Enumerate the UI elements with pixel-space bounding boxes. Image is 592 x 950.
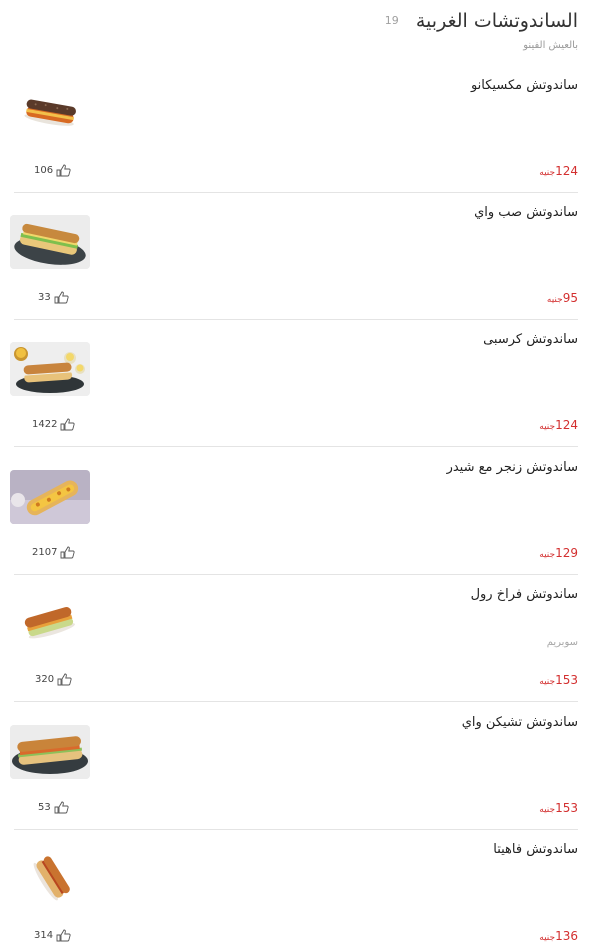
thumbs-up-icon[interactable] [56,929,71,942]
item-likes[interactable]: 1422 [32,418,76,431]
category-subtitle: بالعيش الفينو [523,40,578,51]
item-likes[interactable]: 53 [38,801,69,814]
sub-way-sandwich-image[interactable] [10,215,90,269]
like-count: 1422 [32,419,58,430]
like-count: 106 [34,165,54,176]
like-count: 53 [38,802,51,813]
zinger-cheddar-sandwich-image[interactable] [10,470,90,524]
chicken-roll-sandwich-image[interactable] [10,597,90,651]
fajita-sandwich-image[interactable] [10,852,90,906]
item-likes[interactable]: 314 [34,929,71,942]
thumbs-up-icon[interactable] [60,546,76,559]
item-likes[interactable]: 33 [38,291,69,304]
item-likes[interactable]: 320 [35,673,72,686]
item-price: 153جنيه [539,673,578,687]
menu-item[interactable]: ساندوتش تشيكن واي 153جنيه 53 [10,703,578,830]
menu-item[interactable]: ساندوتش مكسيكانو 124جنيه 106 [10,66,578,193]
item-name[interactable]: ساندوتش تشيكن واي [462,715,578,730]
category-item-count: 19 [384,14,399,27]
item-name[interactable]: ساندوتش صب واي [474,205,578,220]
item-price: 124جنيه [539,164,578,178]
category-title: الساندوتشات الغربية [415,10,578,32]
category-header: الساندوتشات الغربية 19 بالعيش الفينو [14,10,578,66]
item-name[interactable]: ساندوتش زنجر مع شيدر [447,460,578,475]
like-count: 33 [38,292,51,303]
like-count: 320 [35,674,55,685]
item-name[interactable]: ساندوتش فراخ رول [471,587,578,602]
thumbs-up-icon[interactable] [57,673,72,686]
item-divider [14,701,578,702]
item-likes[interactable]: 2107 [32,546,76,559]
item-likes[interactable]: 106 [34,164,71,177]
item-price: 124جنيه [539,418,578,432]
item-name[interactable]: ساندوتش مكسيكانو [471,78,578,93]
thumbs-up-icon[interactable] [54,291,69,304]
crispy-sandwich-image[interactable] [10,342,90,396]
item-divider [14,446,578,447]
menu-item[interactable]: ساندوتش صب واي 95جنيه 33 [10,193,578,320]
item-price: 136جنيه [539,929,578,943]
menu-item[interactable]: ساندوتش فاهيتا 136جنيه 314 [10,830,578,950]
item-price: 129جنيه [539,546,578,560]
item-price: 95جنيه [546,291,578,305]
mexicano-sandwich-image[interactable] [10,88,90,142]
chicken-way-sandwich-image[interactable] [10,725,90,779]
thumbs-up-icon[interactable] [54,801,69,814]
menu-item[interactable]: ساندوتش فراخ رول سوبريم 153جنيه 320 [10,575,578,702]
item-name[interactable]: ساندوتش كرسبى [483,332,578,347]
menu-item[interactable]: ساندوتش زنجر مع شيدر 129جنيه 2107 [10,448,578,575]
menu-item[interactable]: ساندوتش كرسبى 124جنيه 1422 [10,320,578,447]
item-price: 153جنيه [539,801,578,815]
item-name[interactable]: ساندوتش فاهيتا [493,842,578,857]
thumbs-up-icon[interactable] [56,164,71,177]
like-count: 2107 [32,547,58,558]
like-count: 314 [34,930,54,941]
thumbs-up-icon[interactable] [60,418,76,431]
item-description: سوبريم [546,637,578,648]
